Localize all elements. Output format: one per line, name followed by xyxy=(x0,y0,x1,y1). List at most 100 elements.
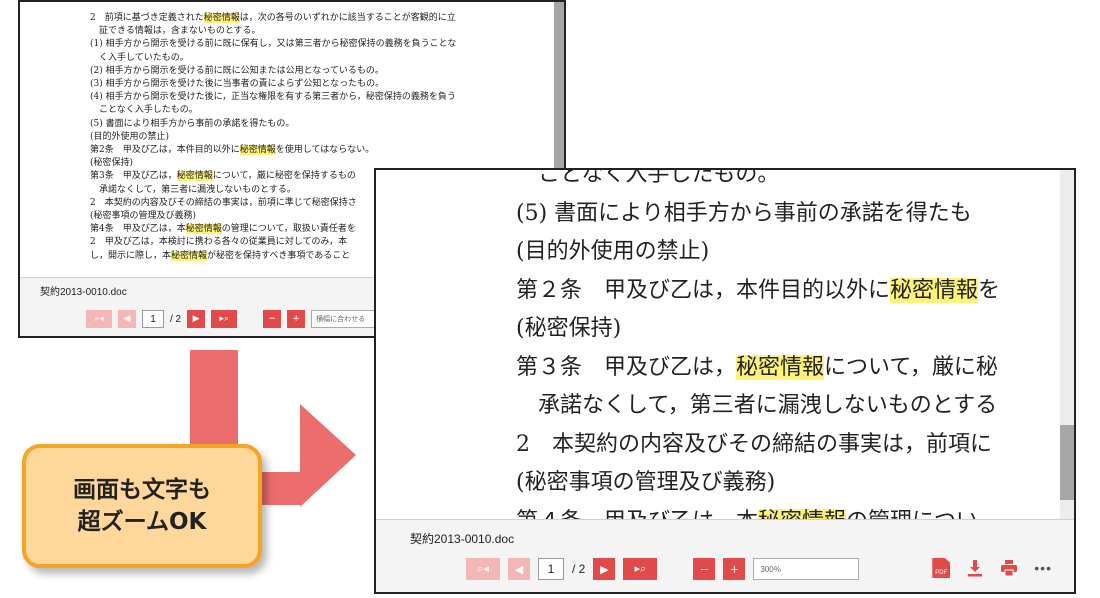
highlighted-term: 秘密情報 xyxy=(736,354,825,380)
highlighted-term: 秘密情報 xyxy=(185,224,222,235)
text-segment: 第3条 甲及び乙は， xyxy=(90,171,177,182)
more-icon[interactable]: ••• xyxy=(1034,560,1052,576)
text-segment: を使用してはならない。 xyxy=(275,145,375,156)
file-name: 契約2013-0010.doc xyxy=(410,532,515,546)
page-number-input[interactable]: 1 xyxy=(142,310,164,328)
document-line: 2 本契約の内容及びその締結の事実は，前項に xyxy=(516,426,1074,465)
scrollbar[interactable] xyxy=(1060,170,1074,520)
zoom-in-button[interactable]: + xyxy=(287,310,306,328)
text-segment: (秘密事項の管理及び義務) xyxy=(516,470,776,495)
download-icon[interactable] xyxy=(966,559,984,577)
document-line: く入手していたもの。 xyxy=(90,52,564,65)
document-page-zoomed: ことなく入手したもの。 (5) 書面により相手方から事前の承諾を得たも (目的外使用… xyxy=(376,170,1074,520)
zoom-in-icon: + xyxy=(292,314,300,324)
file-name: 契約2013-0010.doc xyxy=(40,287,127,298)
document-text-zoomed: ことなく入手したもの。 (5) 書面により相手方から事前の承諾を得たも (目的外使用… xyxy=(516,170,1074,520)
text-segment: について，厳に秘 xyxy=(824,354,998,380)
text-segment: 承諾なくして，第三者に漏洩しないものとする xyxy=(516,393,998,418)
highlighted-term: 秘密情報 xyxy=(203,13,240,23)
document-line: ことなく入手したもの。 xyxy=(516,170,1074,195)
text-segment: (2) 相手方から開示を受ける前に既に公知または公用となっているもの。 xyxy=(90,65,384,76)
viewer-footer: 契約2013-0010.doc ⌕◂ ◀ 1 / 2 ▶ ▸⌕ − + 300%… xyxy=(376,519,1074,592)
document-line: (目的外使用の禁止) xyxy=(90,131,564,144)
document-line: (秘密事項の管理及び義務) xyxy=(516,464,1074,503)
scrollbar-thumb[interactable] xyxy=(554,2,564,172)
text-segment: (4) 相手方から開示を受けた後に，正当な権限を有する第三者から，秘密保持の義務… xyxy=(90,92,456,103)
callout-line-1: 画面も文字も xyxy=(73,477,211,503)
text-segment: (1) 相手方から開示を受ける前に既に保有し，又は第三者から秘密保持の義務を負う… xyxy=(90,39,457,50)
document-line: 第３条 甲及び乙は，秘密情報について，厳に秘 xyxy=(516,349,1074,388)
search-prev-button[interactable]: ⌕◂ xyxy=(86,310,112,328)
pdf-icon[interactable]: PDF xyxy=(932,558,951,578)
text-segment: の管理について，取扱い責任者を xyxy=(221,224,356,235)
search-next-icon: ▸⌕ xyxy=(634,562,647,575)
text-segment: (秘密保持) xyxy=(516,316,622,341)
text-segment: について，厳に秘密を保持するもの xyxy=(212,171,356,182)
text-segment: (秘密保持) xyxy=(90,158,134,169)
text-segment: 2 前項に基づき定義された xyxy=(90,13,204,23)
scrollbar-thumb[interactable] xyxy=(1060,425,1074,500)
text-segment: 2 本契約の内容及びその締結の事実は，前項に xyxy=(516,431,992,457)
action-icons: PDF ••• xyxy=(932,558,1052,578)
highlighted-term: 秘密情報 xyxy=(171,250,208,261)
search-next-button[interactable]: ▸⌕ xyxy=(623,558,658,580)
zoom-out-icon: − xyxy=(268,314,276,324)
text-segment: 第2条 甲及び乙は，本件目的以外に xyxy=(90,145,240,156)
text-segment: (5) 書面により相手方から事前の承諾を得たも xyxy=(516,200,972,226)
zoom-out-button[interactable]: − xyxy=(263,310,282,328)
page-total: / 2 xyxy=(572,562,586,576)
text-segment: 第２条 甲及び乙は，本件目的以外に xyxy=(516,277,891,303)
next-page-icon: ▶ xyxy=(192,314,200,324)
document-line: (目的外使用の禁止) xyxy=(516,233,1074,272)
document-line: 第２条 甲及び乙は，本件目的以外に秘密情報を xyxy=(516,272,1074,311)
prev-page-icon: ◀ xyxy=(514,562,524,576)
text-segment: (秘密事項の管理及び義務) xyxy=(90,211,197,222)
next-page-icon: ▶ xyxy=(600,562,609,576)
text-segment: 証できる情報は，含まないものとする。 xyxy=(90,26,261,37)
search-next-icon: ▸⌕ xyxy=(219,314,229,324)
viewer-toolbar: ⌕◂ ◀ 1 / 2 ▶ ▸⌕ − + 横幅に合わせる xyxy=(86,310,402,328)
document-line: (5) 書面により相手方から事前の承諾を得たも xyxy=(516,195,1074,234)
text-segment: を xyxy=(978,277,1001,303)
next-page-button[interactable]: ▶ xyxy=(593,558,616,580)
zoom-out-button[interactable]: − xyxy=(693,558,716,580)
callout-line-2: 超ズームOK xyxy=(77,509,207,535)
zoom-select[interactable]: 300% xyxy=(753,558,860,580)
text-segment: (5) 書面により相手方から事前の承諾を得たもの。 xyxy=(90,118,295,129)
text-segment: 第4条 甲及び乙は，本 xyxy=(90,224,186,235)
search-prev-icon: ⌕◂ xyxy=(477,562,489,575)
document-line: 証できる情報は，含まないものとする。 xyxy=(90,25,564,38)
document-line: 第４条 甲及び乙は，本秘密情報の管理につい xyxy=(516,503,1074,520)
text-segment: (3) 相手方から開示を受けた後に当事者の責によらず公知となったもの。 xyxy=(90,79,385,90)
document-line: 2 前項に基づき定義された秘密情報は，次の各号のいずれかに該当することが客観的に… xyxy=(90,12,564,25)
document-line: (秘密保持) xyxy=(516,310,1074,349)
zoom-in-button[interactable]: + xyxy=(723,558,746,580)
page-total: / 2 xyxy=(170,313,182,325)
text-segment: 第３条 甲及び乙は， xyxy=(516,354,737,380)
highlighted-term: 秘密情報 xyxy=(176,171,213,182)
search-next-button[interactable]: ▸⌕ xyxy=(211,310,238,328)
highlighted-term: 秘密情報 xyxy=(239,145,276,156)
prev-page-icon: ◀ xyxy=(123,314,131,324)
text-segment: 2 本契約の内容及びその締結の事実は，前項に準じて秘密保持さ xyxy=(90,197,357,208)
document-viewer-large: ことなく入手したもの。 (5) 書面により相手方から事前の承諾を得たも (目的外使用… xyxy=(374,168,1076,594)
viewer-toolbar: ⌕◂ ◀ 1 / 2 ▶ ▸⌕ − + 300% xyxy=(466,558,860,580)
search-prev-button[interactable]: ⌕◂ xyxy=(466,558,500,580)
document-line: (3) 相手方から開示を受けた後に当事者の責によらず公知となったもの。 xyxy=(90,78,564,91)
highlighted-term: 秘密情報 xyxy=(890,277,979,303)
text-segment: (目的外使用の禁止) xyxy=(90,131,170,142)
page-number-input[interactable]: 1 xyxy=(538,558,564,580)
document-line: (5) 書面により相手方から事前の承諾を得たもの。 xyxy=(90,118,564,131)
search-prev-icon: ⌕◂ xyxy=(94,314,104,324)
text-segment: し，開示に際し，本 xyxy=(90,250,172,261)
zoom-out-icon: − xyxy=(699,562,709,576)
text-segment: く入手していたもの。 xyxy=(90,52,189,63)
text-segment: (目的外使用の禁止) xyxy=(516,239,710,264)
prev-page-button[interactable]: ◀ xyxy=(508,558,530,580)
prev-page-button[interactable]: ◀ xyxy=(118,310,136,328)
document-line: ことなく入手したもの。 xyxy=(90,104,564,117)
document-line: (2) 相手方から開示を受ける前に既に公知または公用となっているもの。 xyxy=(90,65,564,78)
print-icon[interactable] xyxy=(1000,559,1018,577)
text-segment: は，次の各号のいずれかに該当することが客観的に立 xyxy=(239,13,456,23)
next-page-button[interactable]: ▶ xyxy=(187,310,206,328)
